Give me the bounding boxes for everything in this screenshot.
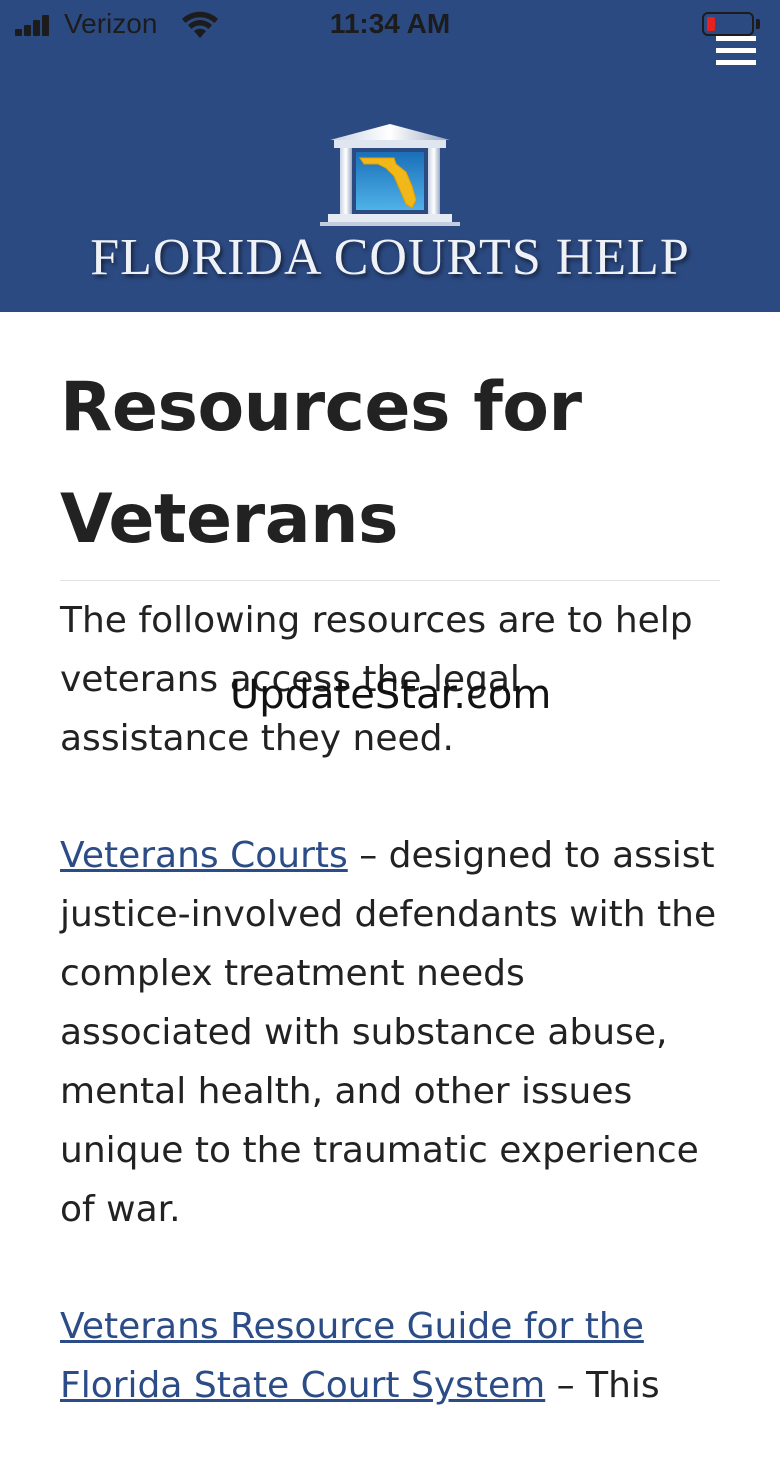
courthouse-icon xyxy=(320,124,460,226)
resource-description: – This xyxy=(545,1365,660,1406)
watermark-text: UpdateStar.com xyxy=(230,672,552,718)
resource-item: Veterans Resource Guide for the Florida … xyxy=(60,1297,720,1415)
title-divider xyxy=(60,580,720,581)
hamburger-menu-icon[interactable] xyxy=(716,36,756,68)
resource-description: – designed to assist justice-involved de… xyxy=(60,835,717,1230)
resource-item: Veterans Courts – designed to assist jus… xyxy=(60,826,720,1239)
main-content: Resources for Veterans The following res… xyxy=(60,312,720,1473)
veterans-courts-link[interactable]: Veterans Courts xyxy=(60,835,348,876)
site-logo-text: FLORIDA COURTS HELP xyxy=(90,229,690,286)
site-logo[interactable]: FLORIDA COURTS HELP xyxy=(40,118,740,298)
status-time: 11:34 AM xyxy=(329,8,451,39)
page-title: Resources for Veterans xyxy=(60,368,582,559)
status-bar: Verizon 11:34 AM xyxy=(0,0,780,52)
battery-icon xyxy=(702,12,754,36)
site-header: Verizon 11:34 AM FLORIDA COURTS HELP xyxy=(0,0,780,312)
battery-nub xyxy=(756,19,760,29)
